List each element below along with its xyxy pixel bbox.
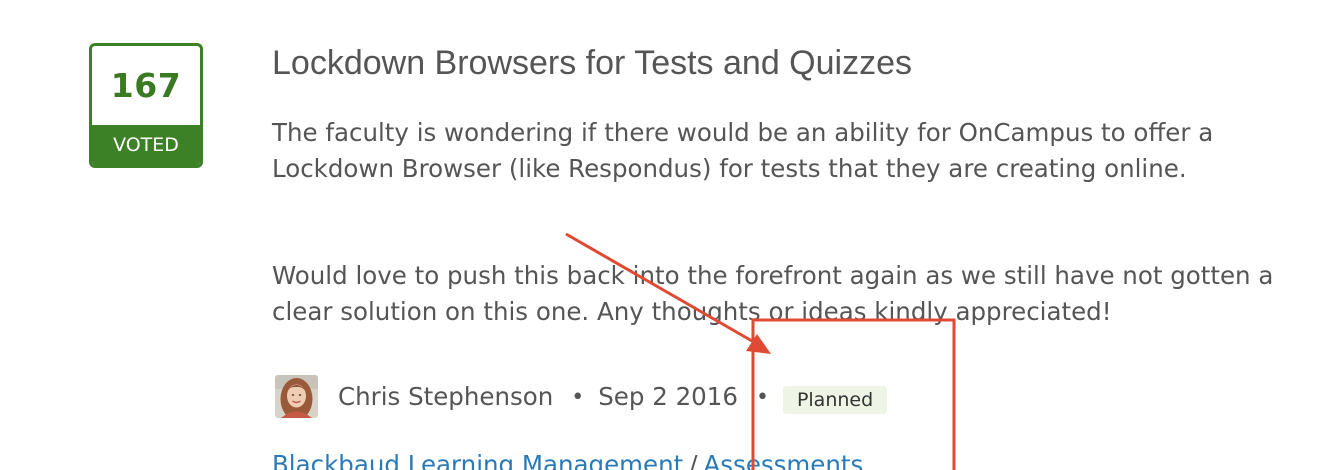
avatar[interactable] (275, 374, 318, 418)
idea-comment: Would love to push this back into the fo… (272, 258, 1273, 330)
idea-title: Lockdown Browsers for Tests and Quizzes (272, 44, 912, 82)
idea-page: 167 VOTED Lockdown Browsers for Tests an… (0, 0, 1334, 470)
annotation-arrowhead (746, 334, 771, 354)
idea-description: The faculty is wondering if there would … (272, 115, 1213, 187)
vote-count: 167 (110, 66, 182, 105)
category-link-primary[interactable]: Blackbaud Learning Management (272, 450, 683, 470)
category-link-secondary[interactable]: Assessments (704, 450, 864, 470)
status-badge: Planned (782, 386, 888, 414)
post-date: Sep 2 2016 (598, 381, 738, 411)
author-name[interactable]: Chris Stephenson (338, 382, 553, 411)
comment-line: clear solution on this one. Any thoughts… (272, 297, 1112, 326)
category-breadcrumb: Blackbaud Learning Management / Assessment… (272, 450, 863, 470)
comment-line: Would love to push this back into the fo… (272, 261, 1274, 290)
user-avatar-icon (275, 374, 318, 418)
description-line: The faculty is wondering if there would … (272, 118, 1214, 147)
meta-separator: • (571, 384, 585, 410)
category-divider: / (689, 450, 698, 470)
meta-separator: • (755, 384, 769, 410)
vote-status-label: VOTED (92, 125, 200, 165)
description-line: Lockdown Browser (like Respondus) for te… (272, 154, 1187, 183)
idea-meta: Chris Stephenson • Sep 2 2016 • Planned (275, 374, 888, 418)
vote-button[interactable]: 167 VOTED (89, 43, 203, 168)
